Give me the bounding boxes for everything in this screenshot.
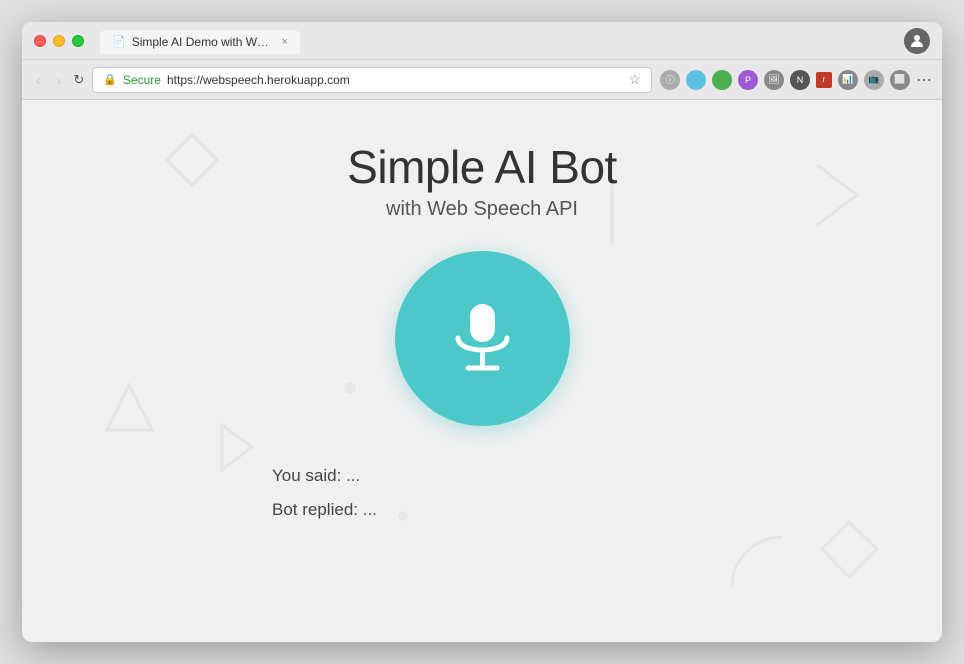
secure-label: Secure (123, 73, 161, 87)
you-said-value: ... (346, 466, 360, 485)
page-content: Simple AI Bot with Web Speech API Y (22, 100, 942, 642)
tab-page-icon: 📄 (112, 35, 126, 48)
minimize-window-button[interactable] (53, 35, 65, 47)
mic-icon (440, 296, 525, 381)
page-subtitle: with Web Speech API (386, 198, 578, 221)
toolbar-icons: ⓘ P 🖼 N r 📊 📺 ⬜ ⋯ (660, 70, 932, 90)
url-text: https://webspeech.herokuapp.com (167, 73, 350, 87)
toolbar-btn-7[interactable]: r (816, 72, 832, 88)
tab-title: Simple AI Demo with Web Spe (132, 35, 272, 49)
forward-button[interactable]: › (53, 70, 66, 90)
active-tab[interactable]: 📄 Simple AI Demo with Web Spe × (100, 30, 300, 54)
toolbar-btn-6[interactable]: N (790, 70, 810, 90)
toolbar-btn-9[interactable]: 📺 (864, 70, 884, 90)
profile-icon[interactable] (904, 28, 930, 54)
tab-close-button[interactable]: × (282, 36, 288, 48)
page-title: Simple AI Bot (347, 140, 617, 194)
toolbar-btn-8[interactable]: 📊 (838, 70, 858, 90)
reload-button[interactable]: ↻ (73, 72, 84, 88)
bot-replied-value: ... (363, 500, 377, 519)
back-button[interactable]: ‹ (32, 70, 45, 90)
address-bar: ‹ › ↻ 🔒 Secure https://webspeech.herokua… (22, 60, 942, 100)
you-said-label: You said: (272, 466, 341, 485)
mic-container (395, 251, 570, 426)
toolbar-btn-1[interactable]: ⓘ (660, 70, 680, 90)
toolbar-btn-10[interactable]: ⬜ (890, 70, 910, 90)
browser-window: 📄 Simple AI Demo with Web Spe × ‹ › ↻ 🔒 … (22, 22, 942, 642)
traffic-lights (34, 35, 84, 47)
bot-replied-line: Bot replied: ... (272, 500, 692, 520)
bookmark-icon[interactable]: ☆ (628, 71, 641, 88)
close-window-button[interactable] (34, 35, 46, 47)
toolbar-btn-2[interactable] (686, 70, 706, 90)
you-said-line: You said: ... (272, 466, 692, 486)
more-options-button[interactable]: ⋯ (916, 70, 932, 90)
lock-icon: 🔒 (103, 73, 117, 86)
maximize-window-button[interactable] (72, 35, 84, 47)
bot-replied-label: Bot replied: (272, 500, 358, 519)
toolbar-btn-4[interactable]: P (738, 70, 758, 90)
title-bar: 📄 Simple AI Demo with Web Spe × (22, 22, 942, 60)
toolbar-btn-3[interactable] (712, 70, 732, 90)
output-area: You said: ... Bot replied: ... (272, 466, 692, 534)
mic-button[interactable] (395, 251, 570, 426)
tabs-area: 📄 Simple AI Demo with Web Spe × (100, 29, 904, 53)
toolbar-btn-5[interactable]: 🖼 (764, 70, 784, 90)
url-bar[interactable]: 🔒 Secure https://webspeech.herokuapp.com… (92, 67, 652, 93)
